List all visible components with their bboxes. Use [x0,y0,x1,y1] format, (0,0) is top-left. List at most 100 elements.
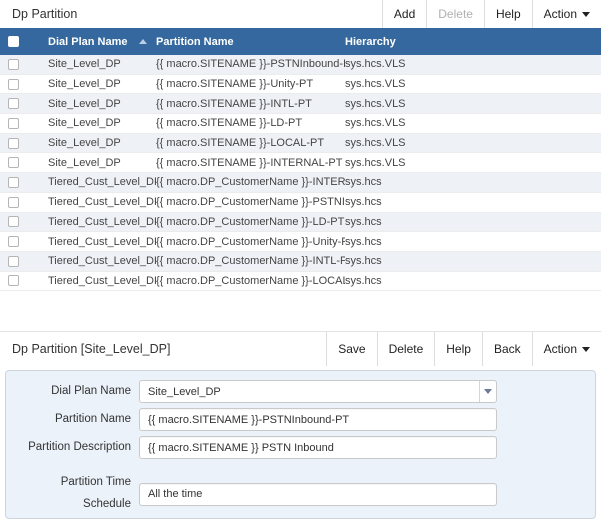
chevron-down-icon [582,347,590,352]
row-partition-name: {{ macro.SITENAME }}-Unity-PT [156,78,345,90]
row-partition-name: {{ macro.DP_CustomerName }}-INTERNAL-PT [156,176,345,188]
dp-partition-form: Dial Plan Name Site_Level_DP Partition N… [5,370,596,519]
save-button[interactable]: Save [326,332,376,366]
partition-name-input[interactable] [139,408,497,431]
table-header-row: Dial Plan Name Partition Name Hierarchy [0,28,601,55]
row-dial-plan-name: Site_Level_DP [40,157,156,169]
table-row[interactable]: Site_Level_DP {{ macro.SITENAME }}-PSTNI… [0,55,601,75]
row-hierarchy: sys.hcs.VLS [345,98,601,110]
row-checkbox[interactable] [8,157,19,168]
table-row[interactable]: Site_Level_DP {{ macro.SITENAME }}-Unity… [0,75,601,95]
row-hierarchy: sys.hcs [345,255,601,267]
row-partition-name: {{ macro.DP_CustomerName }}-PSTNInbound-… [156,196,345,208]
table-row[interactable]: Tiered_Cust_Level_DP {{ macro.DP_Custome… [0,173,601,193]
table-body: Site_Level_DP {{ macro.SITENAME }}-PSTNI… [0,55,601,291]
row-checkbox[interactable] [8,256,19,267]
dial-plan-name-select[interactable]: Site_Level_DP [139,380,497,403]
row-checkbox-cell [0,197,40,208]
row-checkbox[interactable] [8,275,19,286]
partition-description-label: Partition Description [14,437,131,459]
row-partition-name: {{ macro.SITENAME }}-INTL-PT [156,98,345,110]
row-dial-plan-name: Tiered_Cust_Level_DP [40,255,156,267]
partition-name-label: Partition Name [14,409,131,431]
row-checkbox-cell [0,275,40,286]
partition-time-schedule-input[interactable] [139,483,497,506]
row-checkbox-cell [0,157,40,168]
row-hierarchy: sys.hcs.VLS [345,157,601,169]
action-button[interactable]: Action [532,332,601,366]
action-button-label: Action [544,342,577,356]
row-hierarchy: sys.hcs [345,176,601,188]
row-dial-plan-name: Tiered_Cust_Level_DP [40,275,156,287]
row-checkbox-cell [0,177,40,188]
list-panel-toolbar: Dp Partition Add Delete Help Action [0,0,601,28]
column-header-hierarchy[interactable]: Hierarchy [345,36,601,48]
row-checkbox-cell [0,216,40,227]
help-button[interactable]: Help [484,0,532,28]
partition-description-input[interactable] [139,436,497,459]
row-dial-plan-name: Tiered_Cust_Level_DP [40,236,156,248]
row-hierarchy: sys.hcs.VLS [345,58,601,70]
row-dial-plan-name: Site_Level_DP [40,137,156,149]
delete-button[interactable]: Delete [426,0,484,28]
dial-plan-name-selected-value: Site_Level_DP [140,386,479,398]
select-all-checkbox[interactable] [8,36,19,47]
table-row[interactable]: Site_Level_DP {{ macro.SITENAME }}-LD-PT… [0,114,601,134]
row-partition-name: {{ macro.DP_CustomerName }}-Unity-PT [156,236,345,248]
delete-button[interactable]: Delete [377,332,435,366]
row-hierarchy: sys.hcs [345,216,601,228]
table-row[interactable]: Site_Level_DP {{ macro.SITENAME }}-INTL-… [0,94,601,114]
row-dial-plan-name: Tiered_Cust_Level_DP [40,216,156,228]
column-header-partition-name[interactable]: Partition Name [156,36,345,48]
column-header-dial-plan-name[interactable]: Dial Plan Name [40,36,156,48]
row-partition-name: {{ macro.SITENAME }}-LD-PT [156,117,345,129]
row-checkbox[interactable] [8,216,19,227]
row-checkbox[interactable] [8,177,19,188]
action-button-label: Action [544,7,577,21]
row-checkbox[interactable] [8,79,19,90]
field-row-partition-description: Partition Description [14,436,595,459]
row-hierarchy: sys.hcs.VLS [345,137,601,149]
table-row[interactable]: Tiered_Cust_Level_DP {{ macro.DP_Custome… [0,252,601,272]
dp-partition-table: Dial Plan Name Partition Name Hierarchy … [0,28,601,291]
row-checkbox[interactable] [8,236,19,247]
row-hierarchy: sys.hcs.VLS [345,117,601,129]
chevron-down-icon [582,12,590,17]
row-partition-name: {{ macro.SITENAME }}-PSTNInbound-PT [156,58,345,70]
help-button[interactable]: Help [434,332,482,366]
row-hierarchy: sys.hcs [345,275,601,287]
row-checkbox[interactable] [8,138,19,149]
action-button[interactable]: Action [532,0,601,28]
row-checkbox-cell [0,59,40,70]
row-hierarchy: sys.hcs [345,196,601,208]
row-checkbox[interactable] [8,197,19,208]
row-checkbox[interactable] [8,59,19,70]
list-panel-title: Dp Partition [0,7,77,21]
row-partition-name: {{ macro.DP_CustomerName }}-INTL-PT [156,255,345,267]
row-checkbox[interactable] [8,118,19,129]
row-hierarchy: sys.hcs.VLS [345,78,601,90]
table-row[interactable]: Tiered_Cust_Level_DP {{ macro.DP_Custome… [0,232,601,252]
row-dial-plan-name: Site_Level_DP [40,98,156,110]
row-dial-plan-name: Site_Level_DP [40,58,156,70]
sort-asc-icon [139,39,147,44]
row-checkbox-cell [0,79,40,90]
table-row[interactable]: Site_Level_DP {{ macro.SITENAME }}-LOCAL… [0,134,601,154]
field-row-partition-name: Partition Name [14,408,595,431]
detail-panel-title: Dp Partition [Site_Level_DP] [0,342,170,356]
column-header-label: Partition Name [156,36,234,48]
header-checkbox-cell [0,36,40,47]
add-button[interactable]: Add [382,0,426,28]
row-partition-name: {{ macro.SITENAME }}-LOCAL-PT [156,137,345,149]
table-row[interactable]: Site_Level_DP {{ macro.SITENAME }}-INTER… [0,153,601,173]
row-checkbox[interactable] [8,98,19,109]
table-row[interactable]: Tiered_Cust_Level_DP {{ macro.DP_Custome… [0,193,601,213]
table-row[interactable]: Tiered_Cust_Level_DP {{ macro.DP_Custome… [0,272,601,292]
row-checkbox-cell [0,118,40,129]
detail-panel-toolbar: Dp Partition [Site_Level_DP] Save Delete… [0,331,601,366]
partition-time-schedule-label: Partition Time Schedule [14,472,131,516]
row-dial-plan-name: Tiered_Cust_Level_DP [40,196,156,208]
back-button[interactable]: Back [482,332,532,366]
table-row[interactable]: Tiered_Cust_Level_DP {{ macro.DP_Custome… [0,213,601,233]
row-partition-name: {{ macro.DP_CustomerName }}-LD-PT [156,216,345,228]
